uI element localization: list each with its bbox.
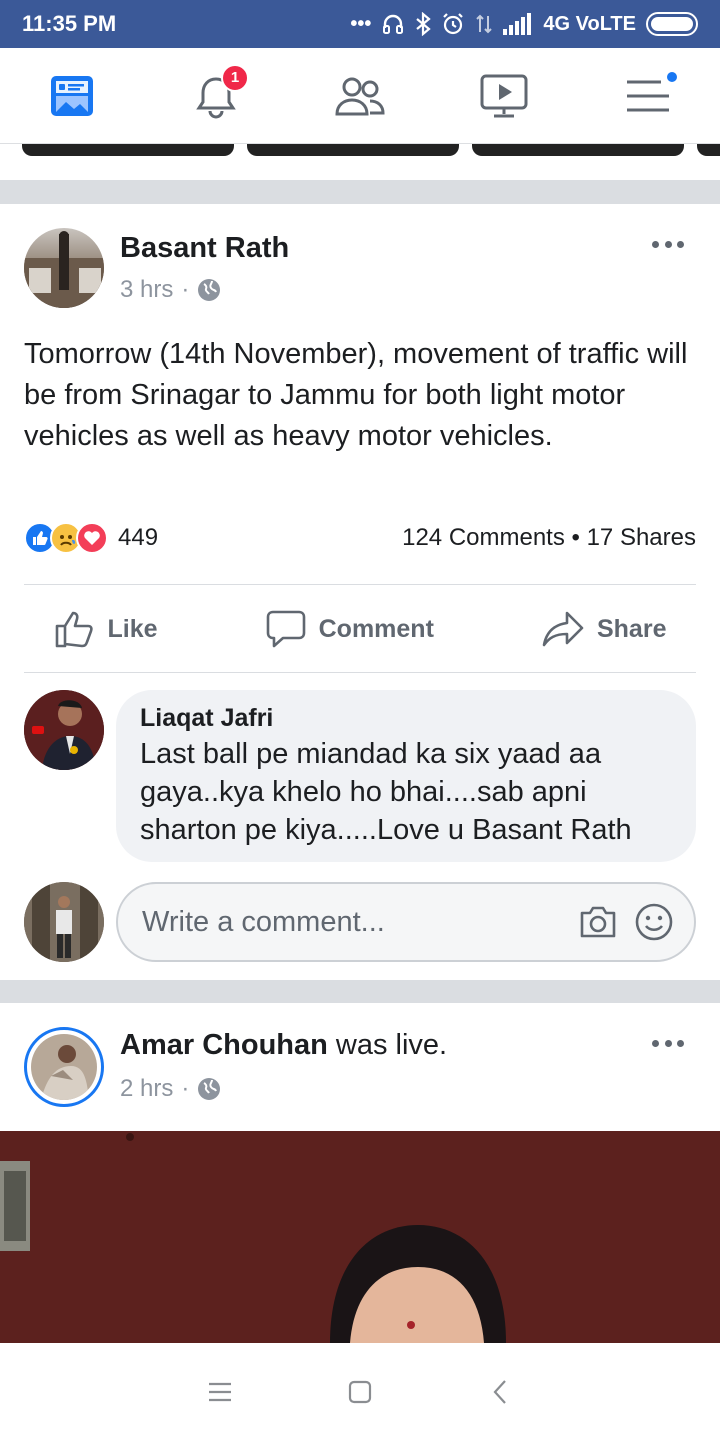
comment-author[interactable]: Liaqat Jafri xyxy=(140,704,672,733)
like-button[interactable]: Like xyxy=(54,609,158,649)
divider xyxy=(24,584,696,585)
tab-friends[interactable] xyxy=(315,56,405,136)
post-author: Amar Chouhan was live. xyxy=(120,1029,447,1062)
top-nav: 1 xyxy=(0,48,720,144)
camera-icon[interactable] xyxy=(578,904,618,940)
data-icon xyxy=(476,14,493,34)
commenter-avatar[interactable] xyxy=(24,690,104,770)
post-time[interactable]: 2 hrs xyxy=(120,1075,173,1103)
back-button[interactable] xyxy=(480,1372,520,1412)
story-thumbnail[interactable] xyxy=(697,144,720,156)
stories-strip[interactable] xyxy=(0,144,720,180)
share-icon xyxy=(542,611,584,647)
video-frame xyxy=(0,1131,720,1343)
post-action-text: was live. xyxy=(335,1029,448,1061)
post-card: Amar Chouhan was live. 2 hrs · xyxy=(0,1003,720,1343)
divider xyxy=(24,672,696,673)
status-icons: ••• 4G VoLTE xyxy=(350,12,698,36)
more-options-button[interactable] xyxy=(652,1033,684,1053)
live-video-thumbnail[interactable] xyxy=(0,1131,720,1343)
tab-menu[interactable] xyxy=(603,56,693,136)
share-label: Share xyxy=(596,614,667,643)
like-label: Like xyxy=(107,614,158,643)
tab-notifications[interactable]: 1 xyxy=(171,56,261,136)
home-button[interactable] xyxy=(340,1372,380,1412)
profile-photo xyxy=(24,231,104,308)
post-card: Basant Rath 3 hrs · Tomorrow (14th Novem… xyxy=(0,204,720,980)
tab-watch[interactable] xyxy=(459,56,549,136)
video-icon xyxy=(480,74,528,117)
bluetooth-icon xyxy=(416,12,432,36)
comment-bubble[interactable]: Liaqat Jafri Last ball pe miandad ka six… xyxy=(116,690,696,862)
comments-shares-count[interactable]: 124 Comments • 17 Shares xyxy=(402,524,696,552)
profile-photo xyxy=(24,690,104,770)
comment-placeholder: Write a comment... xyxy=(142,905,385,938)
recent-apps-button[interactable] xyxy=(200,1372,240,1412)
system-nav-bar xyxy=(0,1343,720,1440)
status-time: 11:35 PM xyxy=(22,11,117,36)
comment-text: Last ball pe miandad ka six yaad aa gaya… xyxy=(140,738,632,846)
square-icon xyxy=(348,1380,372,1403)
post-text: Tomorrow (14th November), movement of tr… xyxy=(24,338,688,452)
menu-icon xyxy=(209,1382,231,1401)
profile-photo xyxy=(31,1034,97,1100)
my-avatar[interactable] xyxy=(24,882,104,962)
reaction-count: 449 xyxy=(118,524,159,551)
meta-separator: · xyxy=(181,276,190,303)
post-meta: 2 hrs · xyxy=(120,1075,221,1103)
alarm-icon xyxy=(443,13,464,35)
comment-input[interactable]: Write a comment... xyxy=(116,882,696,962)
post-time[interactable]: 3 hrs xyxy=(120,276,173,304)
story-thumbnail[interactable] xyxy=(22,144,234,156)
notification-badge: 1 xyxy=(221,63,249,92)
reactions-summary[interactable]: 449 xyxy=(24,522,158,554)
post-meta: 3 hrs · xyxy=(120,276,221,304)
post-author[interactable]: Basant Rath xyxy=(120,232,289,265)
post-actions: Like Comment Share xyxy=(0,594,720,664)
signal-icon xyxy=(503,13,532,35)
more-icon: ••• xyxy=(350,12,372,35)
emoji-icon[interactable] xyxy=(634,902,674,942)
meta-separator: · xyxy=(181,1075,190,1102)
comment-icon xyxy=(266,610,305,648)
comment-button[interactable]: Comment xyxy=(265,609,434,649)
tab-news-feed[interactable] xyxy=(27,56,117,136)
thumbs-up-icon xyxy=(55,611,93,648)
post-author-name[interactable]: Amar Chouhan xyxy=(120,1029,328,1061)
globe-icon xyxy=(198,1078,221,1100)
headphones-icon xyxy=(383,14,404,34)
status-bar: 11:35 PM ••• 4G VoLTE xyxy=(0,0,720,48)
love-reaction-icon xyxy=(76,522,108,554)
more-options-button[interactable] xyxy=(652,234,684,254)
profile-photo xyxy=(24,882,104,962)
share-button[interactable]: Share xyxy=(541,609,666,649)
back-icon xyxy=(493,1379,506,1404)
hamburger-icon xyxy=(627,80,669,111)
friends-icon xyxy=(335,77,385,115)
story-thumbnail[interactable] xyxy=(472,144,684,156)
avatar[interactable] xyxy=(24,1027,104,1107)
battery-icon xyxy=(646,12,698,36)
comment-label: Comment xyxy=(318,614,434,643)
globe-icon xyxy=(198,279,221,301)
avatar[interactable] xyxy=(24,228,104,308)
news-feed-icon xyxy=(51,75,93,116)
network-label: 4G VoLTE xyxy=(543,12,636,35)
menu-notification-dot xyxy=(665,69,679,84)
story-thumbnail[interactable] xyxy=(247,144,459,156)
